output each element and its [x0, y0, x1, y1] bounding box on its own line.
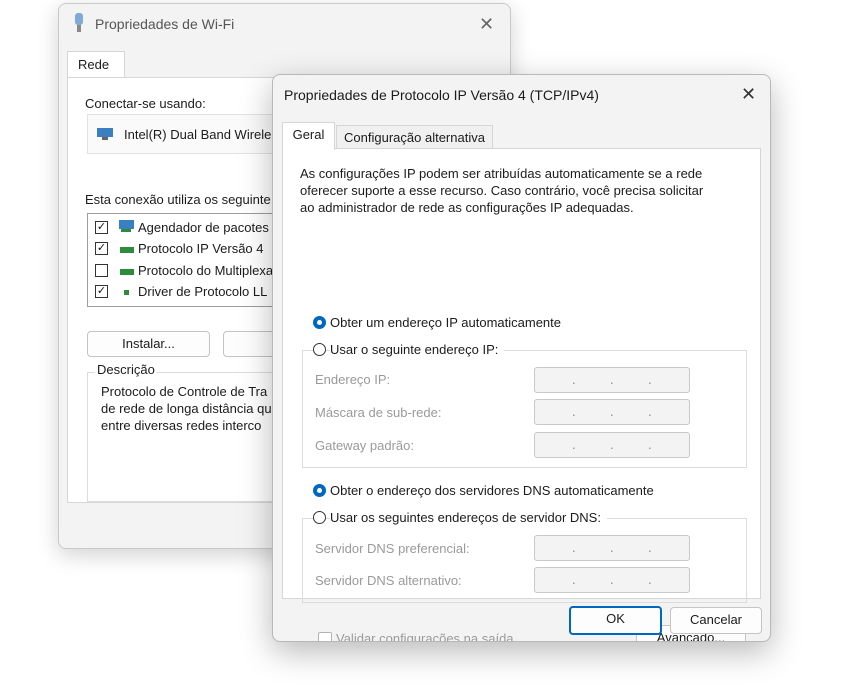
tab-geral[interactable]: Geral [282, 122, 335, 150]
description-line: Protocolo de Controle de Tra [101, 384, 268, 399]
adapter-field: Intel(R) Dual Band Wirele [87, 114, 289, 154]
ok-button[interactable]: OK [569, 606, 662, 635]
ip-address-label: Endereço IP: [315, 372, 391, 387]
driver-icon [124, 290, 129, 295]
general-tab-panel: As configurações IP podem ser atribuídas… [282, 148, 761, 641]
ip-auto-radio[interactable] [313, 316, 326, 329]
intro-line: As configurações IP podem ser atribuídas… [300, 166, 703, 181]
dialog-title: Propriedades de Protocolo IP Versão 4 (T… [284, 87, 599, 103]
ip-manual-radio[interactable] [313, 343, 326, 356]
dns-auto-label[interactable]: Obter o endereço dos servidores DNS auto… [330, 483, 654, 498]
alternate-dns-input[interactable]: ... [534, 567, 690, 593]
intro-line: ao administrador de rede as configuraçõe… [300, 200, 634, 215]
gateway-input[interactable]: ... [534, 432, 690, 458]
tab-rede[interactable]: Rede [67, 51, 125, 79]
item-label: Driver de Protocolo LL [138, 284, 268, 299]
item-label: Agendador de pacotes [138, 220, 269, 235]
preferred-dns-input[interactable]: ... [534, 535, 690, 561]
ipv4-properties-dialog: Propriedades de Protocolo IP Versão 4 (T… [272, 74, 771, 642]
item-label: Protocolo do Multiplexa [138, 263, 274, 278]
cancel-button[interactable]: Cancelar [670, 607, 762, 634]
ip-address-input[interactable]: ... [534, 367, 690, 393]
connection-uses-label: Esta conexão utiliza os seguinte [85, 192, 271, 207]
close-icon[interactable]: ✕ [479, 14, 494, 35]
intro-line: oferecer suporte a esse recurso. Caso co… [300, 183, 704, 198]
protocol-icon [120, 269, 134, 275]
subnet-mask-input[interactable]: ... [534, 399, 690, 425]
network-adapter-icon [97, 128, 113, 140]
dns-manual-radio[interactable] [313, 511, 326, 524]
item-checkbox[interactable]: ✓ [95, 221, 108, 234]
description-line: entre diversas redes interco [101, 418, 262, 433]
item-checkbox[interactable]: ✓ [95, 242, 108, 255]
intro-text: As configurações IP podem ser atribuídas… [300, 165, 740, 216]
description-line: de rede de longa distância qu [101, 401, 272, 416]
description-label: Descrição [95, 362, 157, 377]
window-title: Propriedades de Wi-Fi [95, 16, 235, 32]
ip-manual-label[interactable]: Usar o seguinte endereço IP: [330, 342, 505, 357]
validate-checkbox[interactable] [318, 632, 332, 641]
adapter-name: Intel(R) Dual Band Wirele [124, 127, 272, 142]
dns-manual-label[interactable]: Usar os seguintes endereços de servidor … [330, 510, 607, 525]
alternate-dns-label: Servidor DNS alternativo: [315, 573, 462, 588]
connect-using-label: Conectar-se usando: [85, 96, 206, 111]
item-checkbox[interactable] [95, 264, 108, 277]
dns-auto-radio[interactable] [313, 484, 326, 497]
close-icon[interactable]: ✕ [741, 84, 756, 105]
protocol-icon [120, 247, 134, 253]
ip-auto-label[interactable]: Obter um endereço IP automaticamente [330, 315, 561, 330]
item-label: Protocolo IP Versão 4 [138, 241, 264, 256]
wifi-adapter-icon [75, 13, 83, 32]
gateway-label: Gateway padrão: [315, 438, 415, 453]
install-button[interactable]: Instalar... [87, 331, 210, 357]
components-list: ✓ Agendador de pacotes ✓ Protocolo IP Ve… [87, 213, 289, 307]
validate-label[interactable]: Validar configurações na saída [336, 631, 514, 641]
preferred-dns-label: Servidor DNS preferencial: [315, 541, 470, 556]
scheduler-icon [119, 220, 134, 232]
subnet-mask-label: Máscara de sub-rede: [315, 405, 442, 420]
item-checkbox[interactable]: ✓ [95, 285, 108, 298]
